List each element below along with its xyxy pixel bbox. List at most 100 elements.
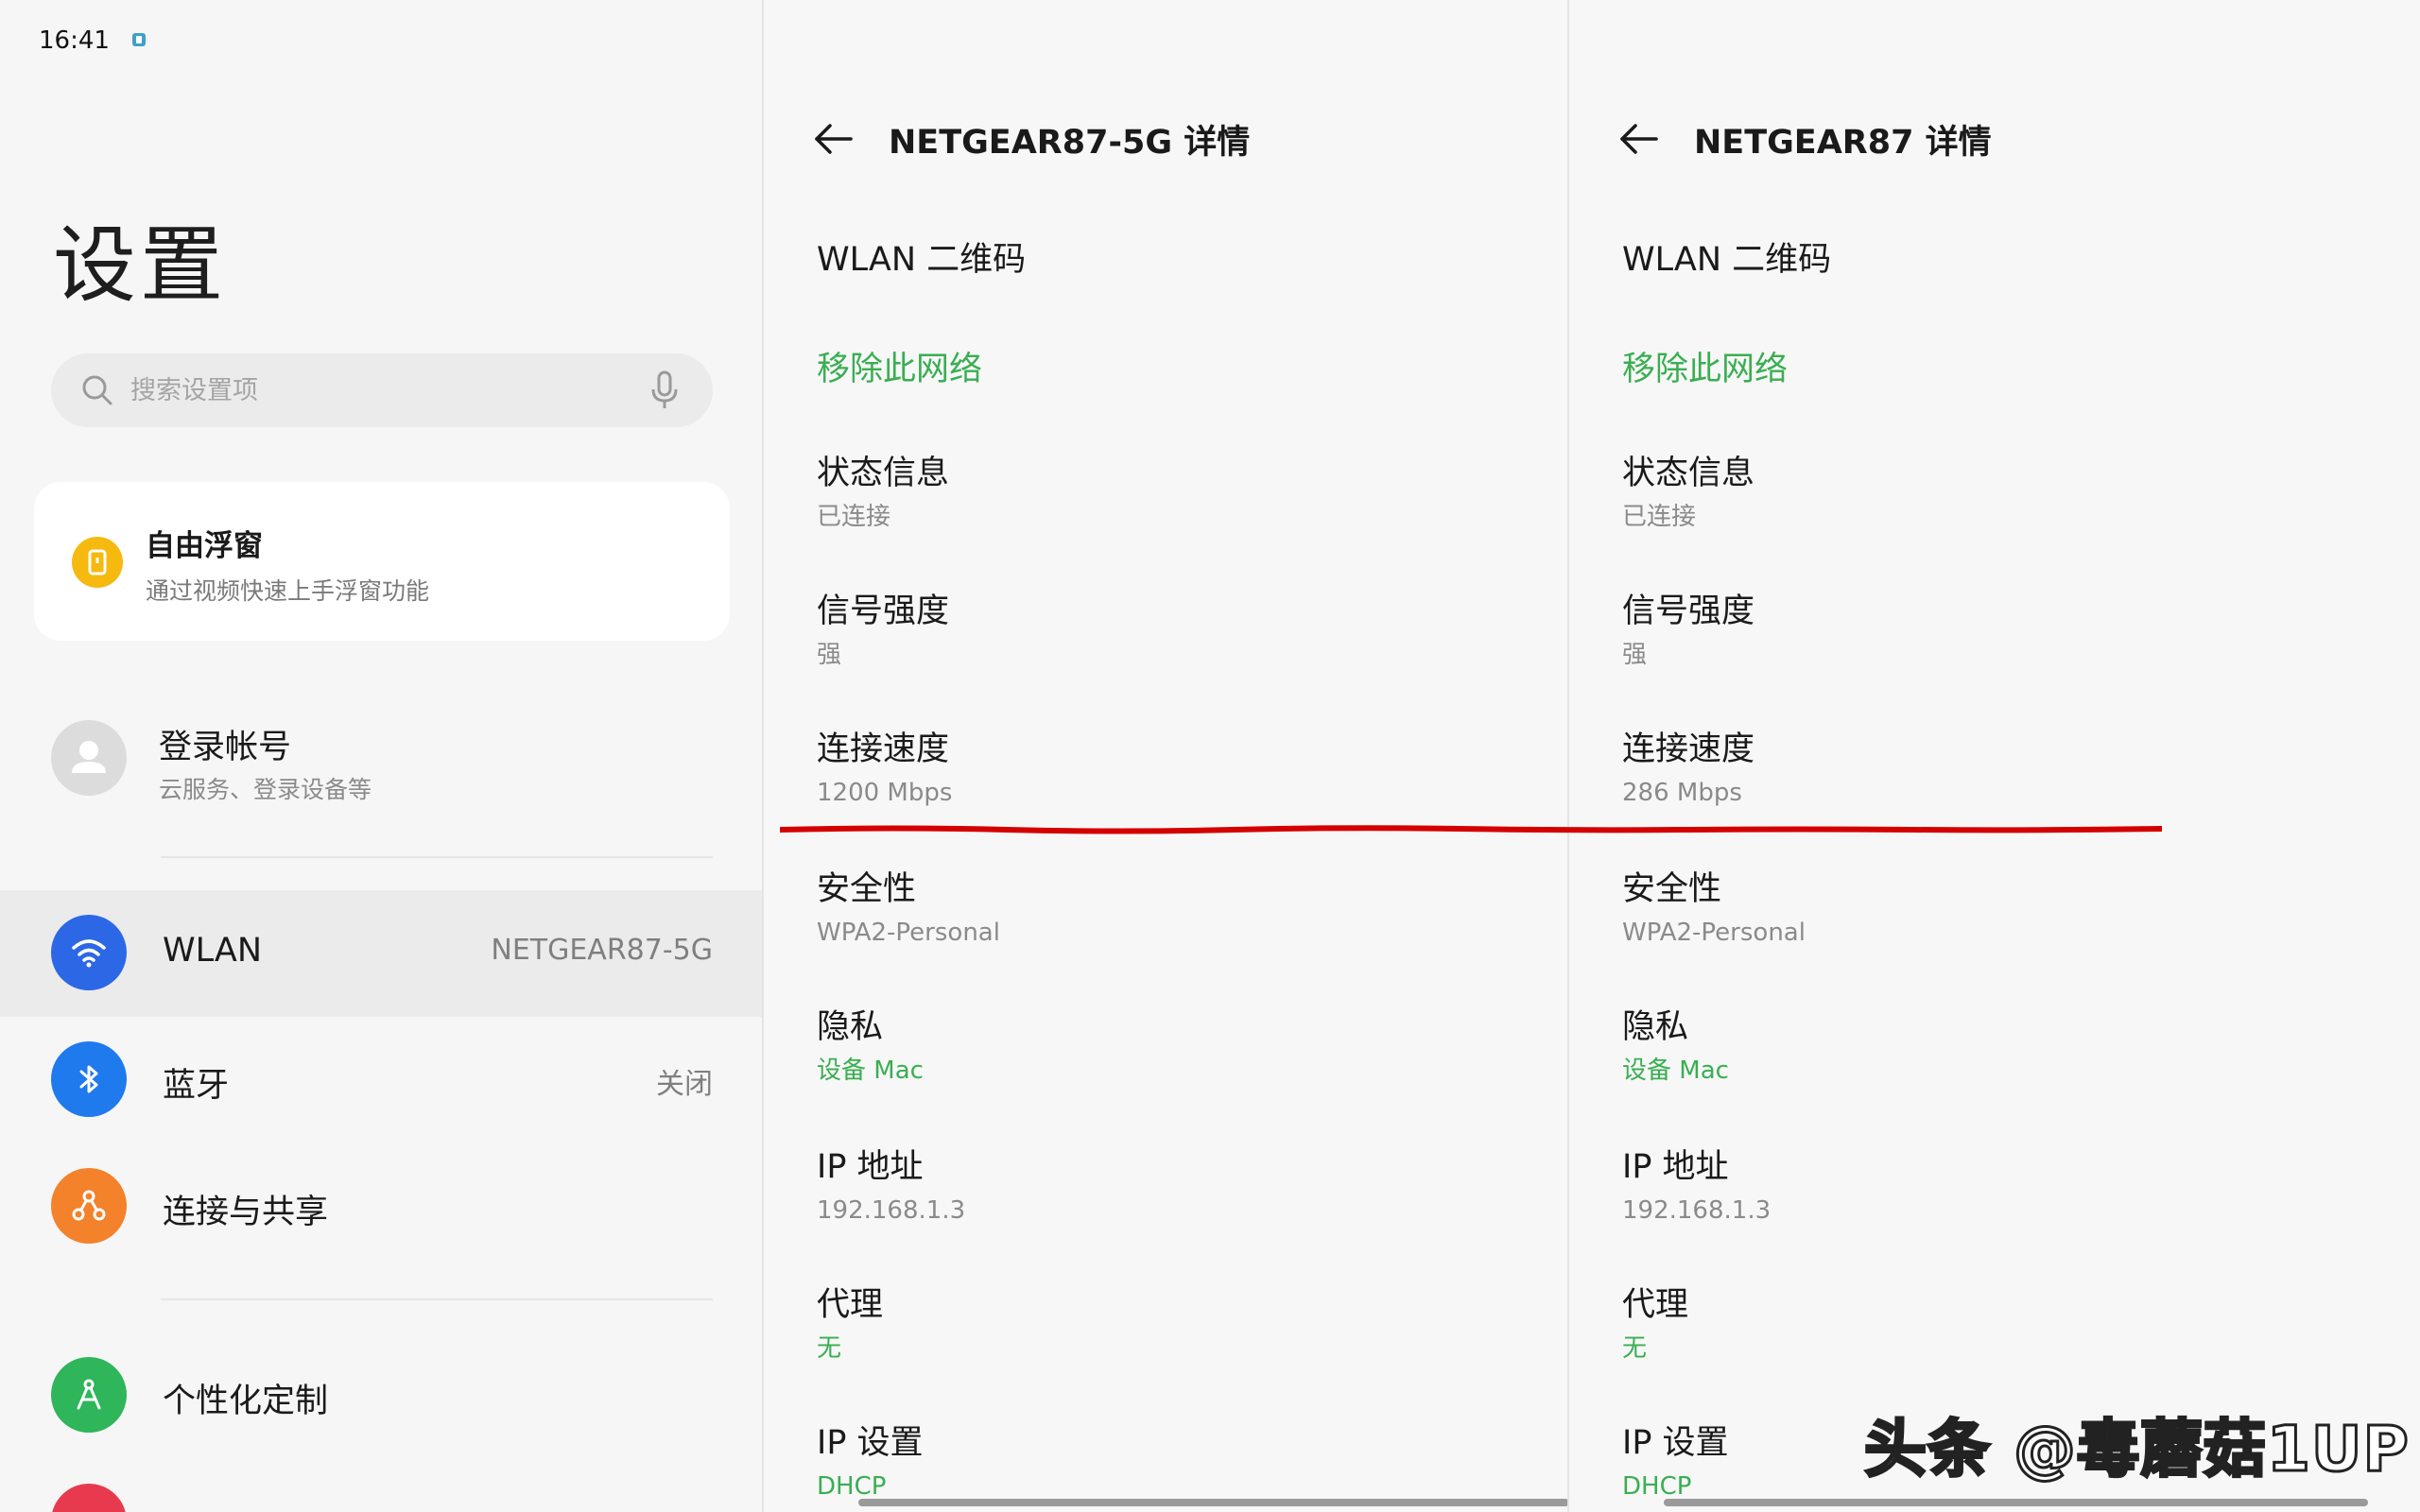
item-label: 代理 [817,1286,884,1324]
floating-window-subtitle: 通过视频快速上手浮窗功能 [146,577,430,605]
back-arrow-icon[interactable] [1616,117,1660,161]
menu-item-value: 关闭 [656,1068,713,1101]
signal-strength-item: 信号强度 强 [1622,590,1754,671]
menu-item-wlan[interactable]: WLAN NETGEAR87-5G [0,890,763,1017]
item-value: 设备 Mac [817,1057,924,1085]
item-value: 192.168.1.3 [817,1196,966,1225]
floating-window-card[interactable]: 自由浮窗 通过视频快速上手浮窗功能 [34,482,730,641]
divider [161,1298,713,1300]
account-title: 登录帐号 [159,729,292,766]
notification-app-icon [132,33,146,46]
menu-item-partial[interactable] [0,1459,763,1512]
detail-title: NETGEAR87 详情 [1694,124,1992,162]
account-subtitle: 云服务、登录设备等 [159,776,372,803]
ip-address-item: IP 地址 192.168.1.3 [1622,1145,1771,1227]
menu-item-label: 连接与共享 [163,1194,329,1231]
item-value: 无 [1622,1334,1648,1363]
item-label: 代理 [1622,1286,1689,1324]
item-label: 隐私 [817,1008,884,1046]
privacy-item[interactable]: 隐私 设备 Mac [817,1005,924,1087]
microphone-icon[interactable] [650,370,679,410]
item-value: WPA2-Personal [817,919,1000,947]
search-bar[interactable] [51,353,713,427]
status-info-item: 状态信息 已连接 [1622,452,1754,533]
item-label: WLAN 二维码 [817,241,1027,279]
status-info-item: 状态信息 已连接 [817,452,949,533]
wifi-details-24g-pane: NETGEAR87 详情 WLAN 二维码 移除此网络 状态信息 已连接 信号强… [1569,0,2420,1512]
menu-item-bluetooth[interactable]: 蓝牙 关闭 [0,1017,763,1143]
item-value: DHCP [817,1472,887,1501]
item-label: IP 设置 [1622,1424,1729,1462]
watermark: 头条 @毒蘑菇1UP [1863,1412,2411,1487]
menu-item-label: 蓝牙 [163,1067,230,1105]
avatar [51,720,127,796]
item-value: 强 [817,641,842,669]
item-label: 安全性 [817,870,917,908]
item-value: WPA2-Personal [1622,919,1806,947]
account-login-item[interactable]: 登录帐号 云服务、登录设备等 [0,699,763,832]
security-item: 安全性 WPA2-Personal [1622,868,1806,949]
wifi-details-5g-pane: NETGEAR87-5G 详情 WLAN 二维码 移除此网络 状态信息 已连接 … [764,0,1568,1512]
item-label: IP 地址 [817,1148,924,1186]
item-label: IP 地址 [1622,1148,1729,1186]
link-speed-item: 连接速度 286 Mbps [1622,728,1754,809]
remove-network-button[interactable]: 移除此网络 [1622,348,1788,391]
ip-settings-item[interactable]: IP 设置 DHCP [817,1421,924,1503]
item-label: 连接速度 [817,730,950,768]
item-label: 隐私 [1622,1008,1689,1046]
menu-item-personalization[interactable]: 个性化定制 [0,1332,763,1459]
bluetooth-icon [51,1041,127,1117]
item-value: 286 Mbps [1622,779,1742,807]
item-value: 已连接 [1622,503,1697,531]
search-input[interactable] [130,369,622,412]
item-value: 192.168.1.3 [1622,1196,1772,1225]
desktop-icon [51,1484,127,1512]
settings-pane: 16:41 设置 自由浮窗 通过视频快速上手浮窗功能 [0,0,763,1512]
item-label: 移除此网络 [817,351,983,388]
search-icon [82,375,112,405]
detail-title: NETGEAR87-5G 详情 [889,124,1251,162]
share-icon [51,1168,127,1244]
personalize-icon [51,1357,127,1433]
ip-settings-item[interactable]: IP 设置 DHCP [1622,1421,1729,1503]
privacy-item[interactable]: 隐私 设备 Mac [1622,1005,1729,1087]
item-label: IP 设置 [817,1424,924,1462]
item-value: 1200 Mbps [817,779,953,807]
wifi-icon [51,915,127,990]
floating-window-title: 自由浮窗 [146,529,263,563]
annotation-underline [780,825,2162,834]
divider [161,856,713,858]
scrollbar[interactable] [858,1499,1568,1506]
menu-item-label: WLAN [163,932,263,970]
item-value: 设备 Mac [1622,1057,1729,1085]
item-label: 状态信息 [1622,455,1755,492]
scrollbar[interactable] [1664,1499,2368,1506]
proxy-item[interactable]: 代理 无 [817,1283,883,1365]
signal-strength-item: 信号强度 强 [817,590,949,671]
back-arrow-icon[interactable] [811,117,855,161]
item-label: WLAN 二维码 [1622,241,1832,279]
proxy-item[interactable]: 代理 无 [1622,1283,1688,1365]
item-label: 安全性 [1622,870,1722,908]
menu-item-label: 个性化定制 [163,1383,329,1420]
item-value: 无 [817,1334,842,1363]
item-value: 强 [1622,641,1648,669]
floating-window-icon [72,537,123,588]
menu-item-value: NETGEAR87-5G [491,934,713,967]
wlan-qr-code-item[interactable]: WLAN 二维码 [817,238,1026,282]
item-label: 信号强度 [1622,593,1755,630]
status-time: 16:41 [39,26,110,55]
item-label: 状态信息 [817,455,950,492]
menu-item-connection-sharing[interactable]: 连接与共享 [0,1143,763,1270]
item-label: 信号强度 [817,593,950,630]
item-label: 移除此网络 [1622,351,1789,388]
item-value: 已连接 [817,503,891,531]
link-speed-item: 连接速度 1200 Mbps [817,728,952,809]
remove-network-button[interactable]: 移除此网络 [817,348,982,391]
page-title: 设置 [53,216,228,314]
item-label: 连接速度 [1622,730,1755,768]
wlan-qr-code-item[interactable]: WLAN 二维码 [1622,238,1831,282]
item-value: DHCP [1622,1472,1692,1501]
ip-address-item: IP 地址 192.168.1.3 [817,1145,965,1227]
security-item: 安全性 WPA2-Personal [817,868,1000,949]
